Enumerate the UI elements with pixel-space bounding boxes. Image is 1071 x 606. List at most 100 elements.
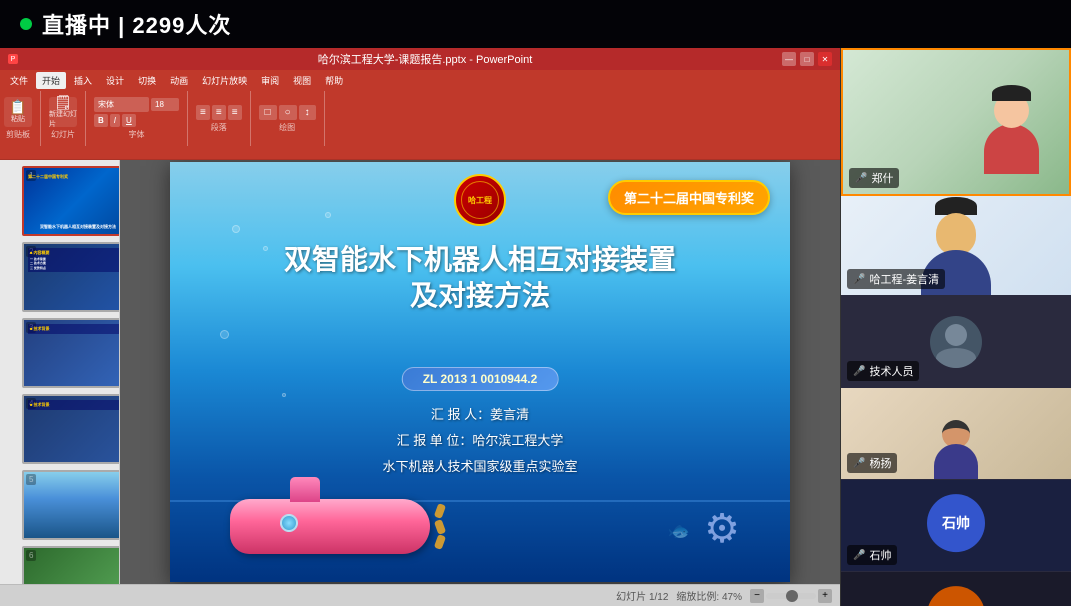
slide-thumb-5[interactable]: 5 [22,470,120,540]
participant-3-name: 技术人员 [869,363,913,379]
participant-2-head [936,213,976,255]
ribbon-group-slides: 🗒 新建幻灯片 幻灯片 [49,91,86,146]
participant-3-avatar [930,316,982,368]
new-slide-icon: 🗒 [54,95,72,109]
participant-1-label: 🎤 郑什 [849,168,899,188]
presenter-lab: 水下机器人技术国家级重点实验室 [170,454,790,480]
bubble-1 [232,225,240,233]
slide-main-title: 双智能水下机器人相互对接装置 及对接方法 [170,242,790,315]
ribbon-group-font: 宋体 18 B I U 字体 [94,91,188,146]
ppt-footer: 幻灯片 1/12 缩放比例: 47% − + [0,584,840,606]
minimize-button[interactable]: — [782,52,796,66]
bubble-5 [282,393,286,397]
presenter-institution: 汇 报 单 位：哈尔滨工程大学 [170,428,790,454]
participant-card-2: 🎤 哈工程-姜言清 [841,196,1071,296]
font-name-dropdown[interactable]: 宋体 [94,97,149,112]
zoom-slider-thumb [786,590,798,602]
slide-title-line2: 及对接方法 [210,278,750,314]
tab-review[interactable]: 审阅 [255,72,285,89]
participant-3-avatar-head [945,324,967,346]
tab-design[interactable]: 设计 [100,72,130,89]
participant-card-6: 生意 🎤 生意 [841,572,1071,606]
participant-4-label: 🎤 杨扬 [847,453,897,473]
close-button[interactable]: ✕ [818,52,832,66]
window-controls: — □ ✕ [782,52,832,66]
propeller-gear-icon: ⚙ [704,506,740,552]
ppt-application: P 哈尔滨工程大学-课题报告.pptx - PowerPoint — □ ✕ 文… [0,48,840,606]
font-size-dropdown[interactable]: 18 [151,98,179,111]
slide-thumbnails-panel: 1 第二十二届中国专利奖 双智能水下机器人相互对接装置及对接方法 2 ■ 内容概… [0,160,120,584]
shape-arrange[interactable]: ↕ [299,105,316,120]
participant-card-5: 石帅 🎤 石帅 [841,480,1071,572]
bold-button[interactable]: B [94,114,108,127]
participant-3-mic-icon: 🎤 [853,366,865,377]
participants-panel: 🎤 郑什 🎤 哈工程-姜言清 🎤 技术人员 [840,48,1071,606]
ribbon-tabs: 文件 开始 插入 设计 切换 动画 幻灯片放映 审阅 视图 帮助 [4,72,836,89]
shape-rect[interactable]: □ [259,105,277,120]
ppt-ribbon: 文件 开始 插入 设计 切换 动画 幻灯片放映 审阅 视图 帮助 📋 粘贴 [0,70,840,160]
slide-editing-area[interactable]: 哈工程 第二十二届中国专利奖 双智能水下机器人相互对接装置 及对接方法 ZL 2… [120,160,840,584]
ppt-icon: P [8,54,18,64]
participant-1-mic-icon: 🎤 [855,173,867,184]
participant-4-body [934,444,978,479]
new-slide-button[interactable]: 🗒 新建幻灯片 [49,97,77,127]
maximize-button[interactable]: □ [800,52,814,66]
patent-number-badge: ZL 2013 1 0010944.2 [402,367,559,391]
submarine-tower [290,477,320,502]
align-right-button[interactable]: ≡ [228,105,242,120]
award-badge: 第二十二届中国专利奖 [608,180,770,215]
submarine-propeller [430,504,450,549]
participant-card-3: 🎤 技术人员 [841,296,1071,388]
participant-5-mic-icon: 🎤 [853,550,865,561]
ppt-window-area: P 哈尔滨工程大学-课题报告.pptx - PowerPoint — □ ✕ 文… [0,48,840,606]
tab-slideshow[interactable]: 幻灯片放映 [196,72,253,89]
participant-1-head [994,93,1029,128]
ribbon-group-drawing: □ ○ ↕ 绘图 [259,91,325,146]
tab-animations[interactable]: 动画 [164,72,194,89]
italic-button[interactable]: I [110,114,120,127]
align-center-button[interactable]: ≡ [212,105,226,120]
university-emblem: 哈工程 [454,174,506,226]
ribbon-group-paragraph: ≡ ≡ ≡ 段落 [196,91,251,146]
align-left-button[interactable]: ≡ [196,105,210,120]
underline-button[interactable]: U [122,114,136,127]
shape-oval[interactable]: ○ [279,105,297,120]
live-indicator-dot [20,18,32,30]
tab-view[interactable]: 视图 [287,72,317,89]
ppt-body: 1 第二十二届中国专利奖 双智能水下机器人相互对接装置及对接方法 2 ■ 内容概… [0,160,840,584]
tab-home[interactable]: 开始 [36,72,66,89]
slide-thumb-4[interactable]: 4 ■ 技术背景 [22,394,120,464]
submarine-body [230,499,430,554]
ribbon-group-clipboard: 📋 粘贴 剪贴板 [4,91,41,146]
slide-title-line1: 双智能水下机器人相互对接装置 [210,242,750,278]
participant-1-hair [992,85,1031,101]
presentation-slide: 哈工程 第二十二届中国专利奖 双智能水下机器人相互对接装置 及对接方法 ZL 2… [170,162,790,582]
tab-file[interactable]: 文件 [4,72,34,89]
tab-help[interactable]: 帮助 [319,72,349,89]
slide-number-text: 幻灯片 1/12 [616,588,668,603]
slide-thumb-3[interactable]: 3 ■ 技术背景 [22,318,120,388]
submarine-window [280,514,298,532]
presenter-name: 汇 报 人：姜言清 [170,402,790,428]
slide-thumb-6[interactable]: 6 水下机器人 [22,546,120,584]
fish-decoration: 🐟 [668,521,690,542]
top-bar: 直播中 | 2299人次 [0,0,1071,48]
zoom-slider[interactable] [766,593,816,599]
tab-insert[interactable]: 插入 [68,72,98,89]
zoom-out-button[interactable]: − [750,589,764,603]
participant-4-name: 杨扬 [869,455,891,471]
ppt-title-bar: P 哈尔滨工程大学-课题报告.pptx - PowerPoint — □ ✕ [0,48,840,70]
participant-card-1: 🎤 郑什 [841,48,1071,196]
participant-2-name: 哈工程-姜言清 [869,271,939,287]
slide-thumb-1[interactable]: 1 第二十二届中国专利奖 双智能水下机器人相互对接装置及对接方法 [22,166,120,236]
participant-card-4: 🎤 杨扬 [841,388,1071,480]
bubble-3 [325,212,331,218]
paste-button[interactable]: 📋 粘贴 [4,97,32,127]
participant-1-name: 郑什 [871,170,893,186]
zoom-in-button[interactable]: + [818,589,832,603]
participant-2-label: 🎤 哈工程-姜言清 [847,269,945,289]
tab-transitions[interactable]: 切换 [132,72,162,89]
slide-thumb-2[interactable]: 2 ■ 内容概要 一 技术背景二 技术方案三 优势特点 [22,242,120,312]
participant-5-avatar-circle: 石帅 [927,494,985,552]
paste-icon: 📋 [9,100,26,114]
